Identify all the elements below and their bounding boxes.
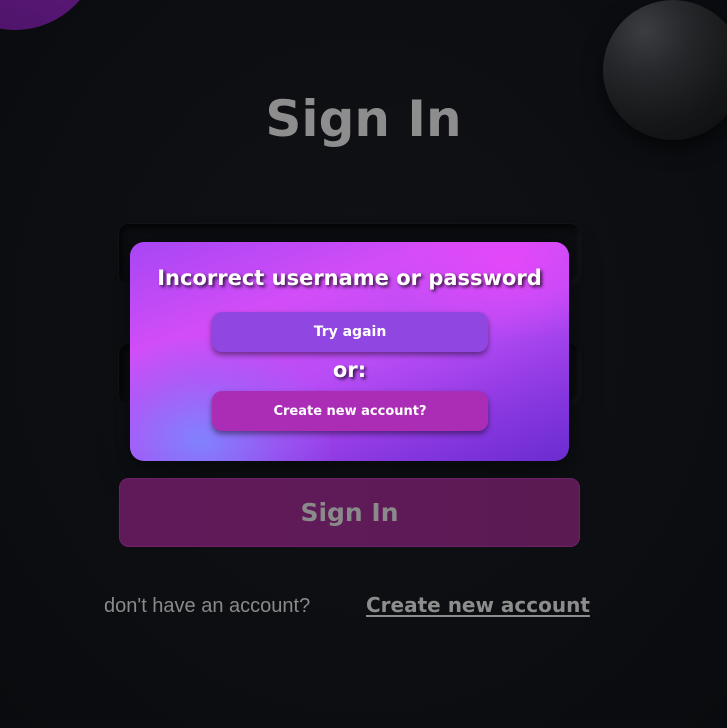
page-title: Sign In bbox=[265, 90, 462, 148]
create-account-dialog-button[interactable]: Create new account? bbox=[212, 391, 488, 431]
error-dialog: Incorrect username or password Try again… bbox=[130, 242, 569, 461]
try-again-button[interactable]: Try again bbox=[212, 312, 488, 352]
or-separator: or: bbox=[332, 358, 367, 382]
create-account-link[interactable]: Create new account bbox=[366, 593, 590, 617]
sign-in-button[interactable]: Sign In bbox=[119, 478, 580, 547]
error-message: Incorrect username or password bbox=[157, 266, 542, 290]
no-account-prompt: don't have an account? bbox=[104, 595, 311, 617]
decorative-blob bbox=[0, 0, 100, 30]
sign-in-screen: Sign In Incorrect username or password T… bbox=[0, 0, 727, 728]
